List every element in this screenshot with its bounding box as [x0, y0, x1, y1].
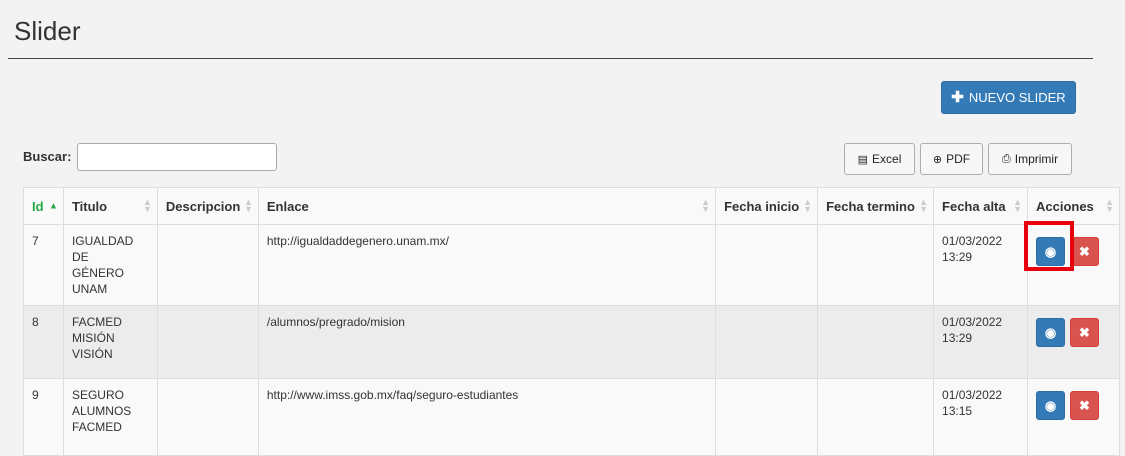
slider-panel: Slider ✚ NUEVO SLIDER Buscar: ▤ Excel ⊕ …	[0, 0, 1125, 456]
excel-label: Excel	[872, 152, 902, 166]
table-header-row: Id ▲ Titulo ▲ ▼ Descripcion ▲ ▼ Enlace ▲ ▼ Fech…	[23, 187, 1121, 225]
delete-button[interactable]: ✖	[1069, 391, 1099, 420]
cell-enlace: http://igualdaddegenero.unam.mx/	[257, 224, 717, 306]
cell-titulo: SEGURO ALUMNOS FACMED	[62, 378, 158, 456]
column-header-id[interactable]: Id ▲	[23, 187, 64, 225]
eye-icon: ◉	[1044, 397, 1057, 413]
cell-fecha-alta: 01/03/2022 13:29	[933, 224, 1028, 306]
eye-icon: ◉	[1044, 324, 1057, 340]
cell-acciones: ◉ ✖	[1026, 378, 1121, 456]
download-icon: ⊕	[932, 153, 943, 166]
search-label: Buscar:	[23, 149, 72, 164]
sort-icon: ▲ ▼	[803, 197, 813, 214]
column-header-titulo[interactable]: Titulo ▲ ▼	[62, 187, 158, 225]
cell-fecha-termino	[817, 224, 935, 306]
delete-button[interactable]: ✖	[1069, 318, 1099, 347]
highlight-box	[1024, 221, 1074, 271]
cell-fecha-inicio	[715, 378, 819, 456]
cell-enlace: /alumnos/pregrado/mision	[257, 305, 717, 379]
cell-titulo: FACMED MISIÓN VISIÓN	[62, 305, 158, 379]
table-row: 7 IGUALDAD DE GÉNERO UNAM http://igualdadd…	[23, 224, 1121, 306]
view-button[interactable]: ◉	[1035, 391, 1065, 420]
cell-fecha-inicio	[715, 305, 819, 379]
cell-descripcion	[156, 305, 259, 379]
cell-id: 7	[23, 224, 64, 306]
cell-fecha-termino	[817, 305, 935, 379]
cell-acciones: ◉ ✖	[1026, 305, 1121, 379]
new-slider-button[interactable]: ✚ NUEVO SLIDER	[941, 81, 1076, 114]
sort-icon: ▲ ▼	[919, 197, 929, 214]
close-icon: ✖	[1079, 397, 1090, 413]
close-icon: ✖	[1079, 324, 1090, 340]
sort-ascending-icon: ▲	[49, 200, 58, 211]
excel-button[interactable]: ▤ Excel	[844, 143, 915, 175]
plus-icon: ✚	[951, 89, 964, 106]
sort-icon: ▲ ▼	[1105, 197, 1114, 214]
table-row: 8 FACMED MISIÓN VISIÓN /alumnos/pregrado/m…	[23, 305, 1121, 379]
column-header-fecha-alta[interactable]: Fecha alta ▲ ▼	[933, 187, 1028, 225]
cell-fecha-alta: 01/03/2022 13:15	[933, 378, 1028, 456]
column-header-descripcion[interactable]: Descripcion ▲ ▼	[156, 187, 259, 225]
spreadsheet-icon: ▤	[857, 153, 869, 166]
sort-icon: ▲ ▼	[142, 197, 152, 214]
pdf-label: PDF	[946, 152, 971, 166]
print-label: Imprimir	[1014, 152, 1059, 166]
view-button[interactable]: ◉	[1035, 318, 1065, 347]
sort-icon: ▲ ▼	[701, 197, 711, 214]
pdf-button[interactable]: ⊕ PDF	[920, 143, 983, 175]
sort-icon: ▲ ▼	[243, 197, 253, 214]
cell-descripcion	[156, 224, 259, 306]
cell-fecha-inicio	[715, 224, 819, 306]
cell-enlace: http://www.imss.gob.mx/faq/seguro-estudi…	[257, 378, 717, 456]
cell-id: 8	[23, 305, 64, 379]
cell-fecha-alta: 01/03/2022 13:29	[933, 305, 1028, 379]
print-button[interactable]: ⎙ Imprimir	[988, 143, 1072, 175]
cell-fecha-termino	[817, 378, 935, 456]
slider-table: Id ▲ Titulo ▲ ▼ Descripcion ▲ ▼ Enlace ▲ ▼ Fech…	[23, 187, 1121, 456]
column-header-fecha-termino[interactable]: Fecha termino ▲ ▼	[817, 187, 935, 225]
column-header-enlace[interactable]: Enlace ▲ ▼	[257, 187, 717, 225]
new-slider-label: NUEVO SLIDER	[968, 90, 1066, 105]
title-divider	[8, 58, 1093, 59]
delete-button[interactable]: ✖	[1069, 237, 1099, 266]
cell-descripcion	[156, 378, 259, 456]
sort-icon: ▲ ▼	[1013, 197, 1022, 214]
column-header-acciones[interactable]: Acciones ▲ ▼	[1026, 187, 1121, 225]
cell-titulo: IGUALDAD DE GÉNERO UNAM	[62, 224, 158, 306]
printer-icon: ⎙	[1001, 152, 1011, 165]
page-title: Slider	[14, 16, 81, 46]
table-row: 9 SEGURO ALUMNOS FACMED http://www.imss.go…	[23, 378, 1121, 456]
cell-id: 9	[23, 378, 64, 456]
search-input[interactable]	[77, 143, 277, 171]
close-icon: ✖	[1079, 243, 1090, 259]
column-header-fecha-inicio[interactable]: Fecha inicio ▲ ▼	[715, 187, 819, 225]
